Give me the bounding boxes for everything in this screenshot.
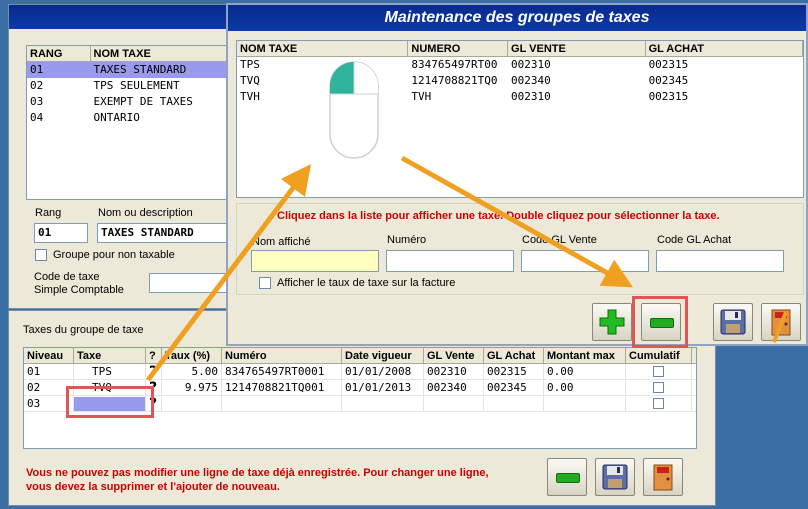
col-nom-taxe[interactable]: NOM TAXE — [237, 41, 409, 56]
plus-icon — [599, 309, 625, 335]
highlight-taxe-cell — [66, 386, 154, 418]
exit-door-icon — [653, 464, 673, 491]
col-cumulatif[interactable]: Cumulatif — [626, 348, 692, 363]
col-rang[interactable]: RANG — [27, 46, 91, 61]
tax-list[interactable]: NOM TAXE NUMERO GL VENTE GL ACHAT TPS 83… — [236, 40, 804, 198]
col-numero[interactable]: NUMERO — [408, 41, 509, 56]
col-gl-achat[interactable]: GL ACHAT — [646, 41, 803, 56]
maintenance-window: Maintenance des groupes de taxes NOM TAX… — [226, 3, 808, 346]
gl-achat-label: Code GL Achat — [657, 234, 732, 246]
col-gl-achat[interactable]: GL Achat — [484, 348, 544, 363]
minus-icon — [556, 473, 580, 483]
add-tax-button[interactable] — [592, 303, 632, 341]
numero-label: Numéro — [387, 234, 427, 246]
nom-affiche-field[interactable] — [251, 250, 379, 272]
exit-tax-button[interactable] — [761, 303, 801, 341]
col-help[interactable]: ? — [146, 348, 162, 363]
list-item[interactable]: TVH TVH 002310 002315 — [237, 89, 803, 105]
exit-button[interactable] — [643, 458, 683, 496]
numero-field[interactable] — [386, 250, 514, 272]
cumulatif-cell — [626, 396, 692, 411]
list-item[interactable]: TVQ 1214708821TQ0 002340 002345 — [237, 73, 803, 89]
rang-label: Rang — [35, 207, 62, 219]
col-date[interactable]: Date vigueur — [342, 348, 424, 363]
col-numero[interactable]: Numéro — [222, 348, 342, 363]
cumulatif-cell — [626, 380, 692, 395]
warning-line-1: Vous ne pouvez pas modifier une ligne de… — [26, 467, 489, 479]
col-montant[interactable]: Montant max — [544, 348, 626, 363]
col-taxe[interactable]: Taxe — [74, 348, 146, 363]
cumulatif-cell — [626, 364, 692, 379]
highlight-remove-button — [632, 296, 688, 348]
floppy-icon — [720, 309, 746, 335]
gl-vente-field[interactable] — [521, 250, 649, 272]
gl-vente-label: Code GL Vente — [522, 234, 597, 246]
nom-affiche-label: Nom affiché — [252, 236, 311, 248]
exit-door-icon — [771, 309, 791, 336]
afficher-taux-label: Afficher le taux de taxe sur la facture — [277, 277, 456, 289]
gl-achat-field[interactable] — [656, 250, 784, 272]
remove-line-button[interactable] — [547, 458, 587, 496]
nom-label: Nom ou description — [98, 207, 193, 219]
table-row[interactable]: 01 TPS ? 5.00 834765497RT0001 01/01/2008… — [24, 364, 696, 380]
code-label-1: Code de taxe — [34, 271, 100, 283]
save-tax-button[interactable] — [713, 303, 753, 341]
col-niveau[interactable]: Niveau — [24, 348, 74, 363]
tax-detail-panel: Cliquez dans la liste pour afficher une … — [236, 203, 804, 295]
help-icon[interactable]: ? — [146, 364, 162, 379]
non-taxable-checkbox[interactable] — [35, 249, 47, 261]
floppy-icon — [602, 464, 628, 490]
non-taxable-label: Groupe pour non taxable — [53, 249, 175, 261]
col-taux[interactable]: Taux (%) — [162, 348, 222, 363]
instruction-text: Cliquez dans la liste pour afficher une … — [277, 210, 720, 222]
warning-line-2: vous devez la supprimer et l'ajouter de … — [26, 481, 280, 493]
col-gl-vente[interactable]: GL VENTE — [508, 41, 646, 56]
save-button[interactable] — [595, 458, 635, 496]
list-item[interactable]: TPS 834765497RT00 002310 002315 — [237, 57, 803, 73]
front-window-title: Maintenance des groupes de taxes — [228, 5, 806, 31]
afficher-taux-checkbox[interactable] — [259, 277, 271, 289]
code-label-2: Simple Comptable — [34, 284, 124, 296]
group-panel-title: Taxes du groupe de taxe — [23, 324, 144, 336]
col-gl-vente[interactable]: GL Vente — [424, 348, 484, 363]
cumulatif-checkbox[interactable] — [653, 398, 664, 409]
cumulatif-checkbox[interactable] — [653, 382, 664, 393]
cumulatif-checkbox[interactable] — [653, 366, 664, 377]
rang-field[interactable]: 01 — [34, 223, 88, 243]
